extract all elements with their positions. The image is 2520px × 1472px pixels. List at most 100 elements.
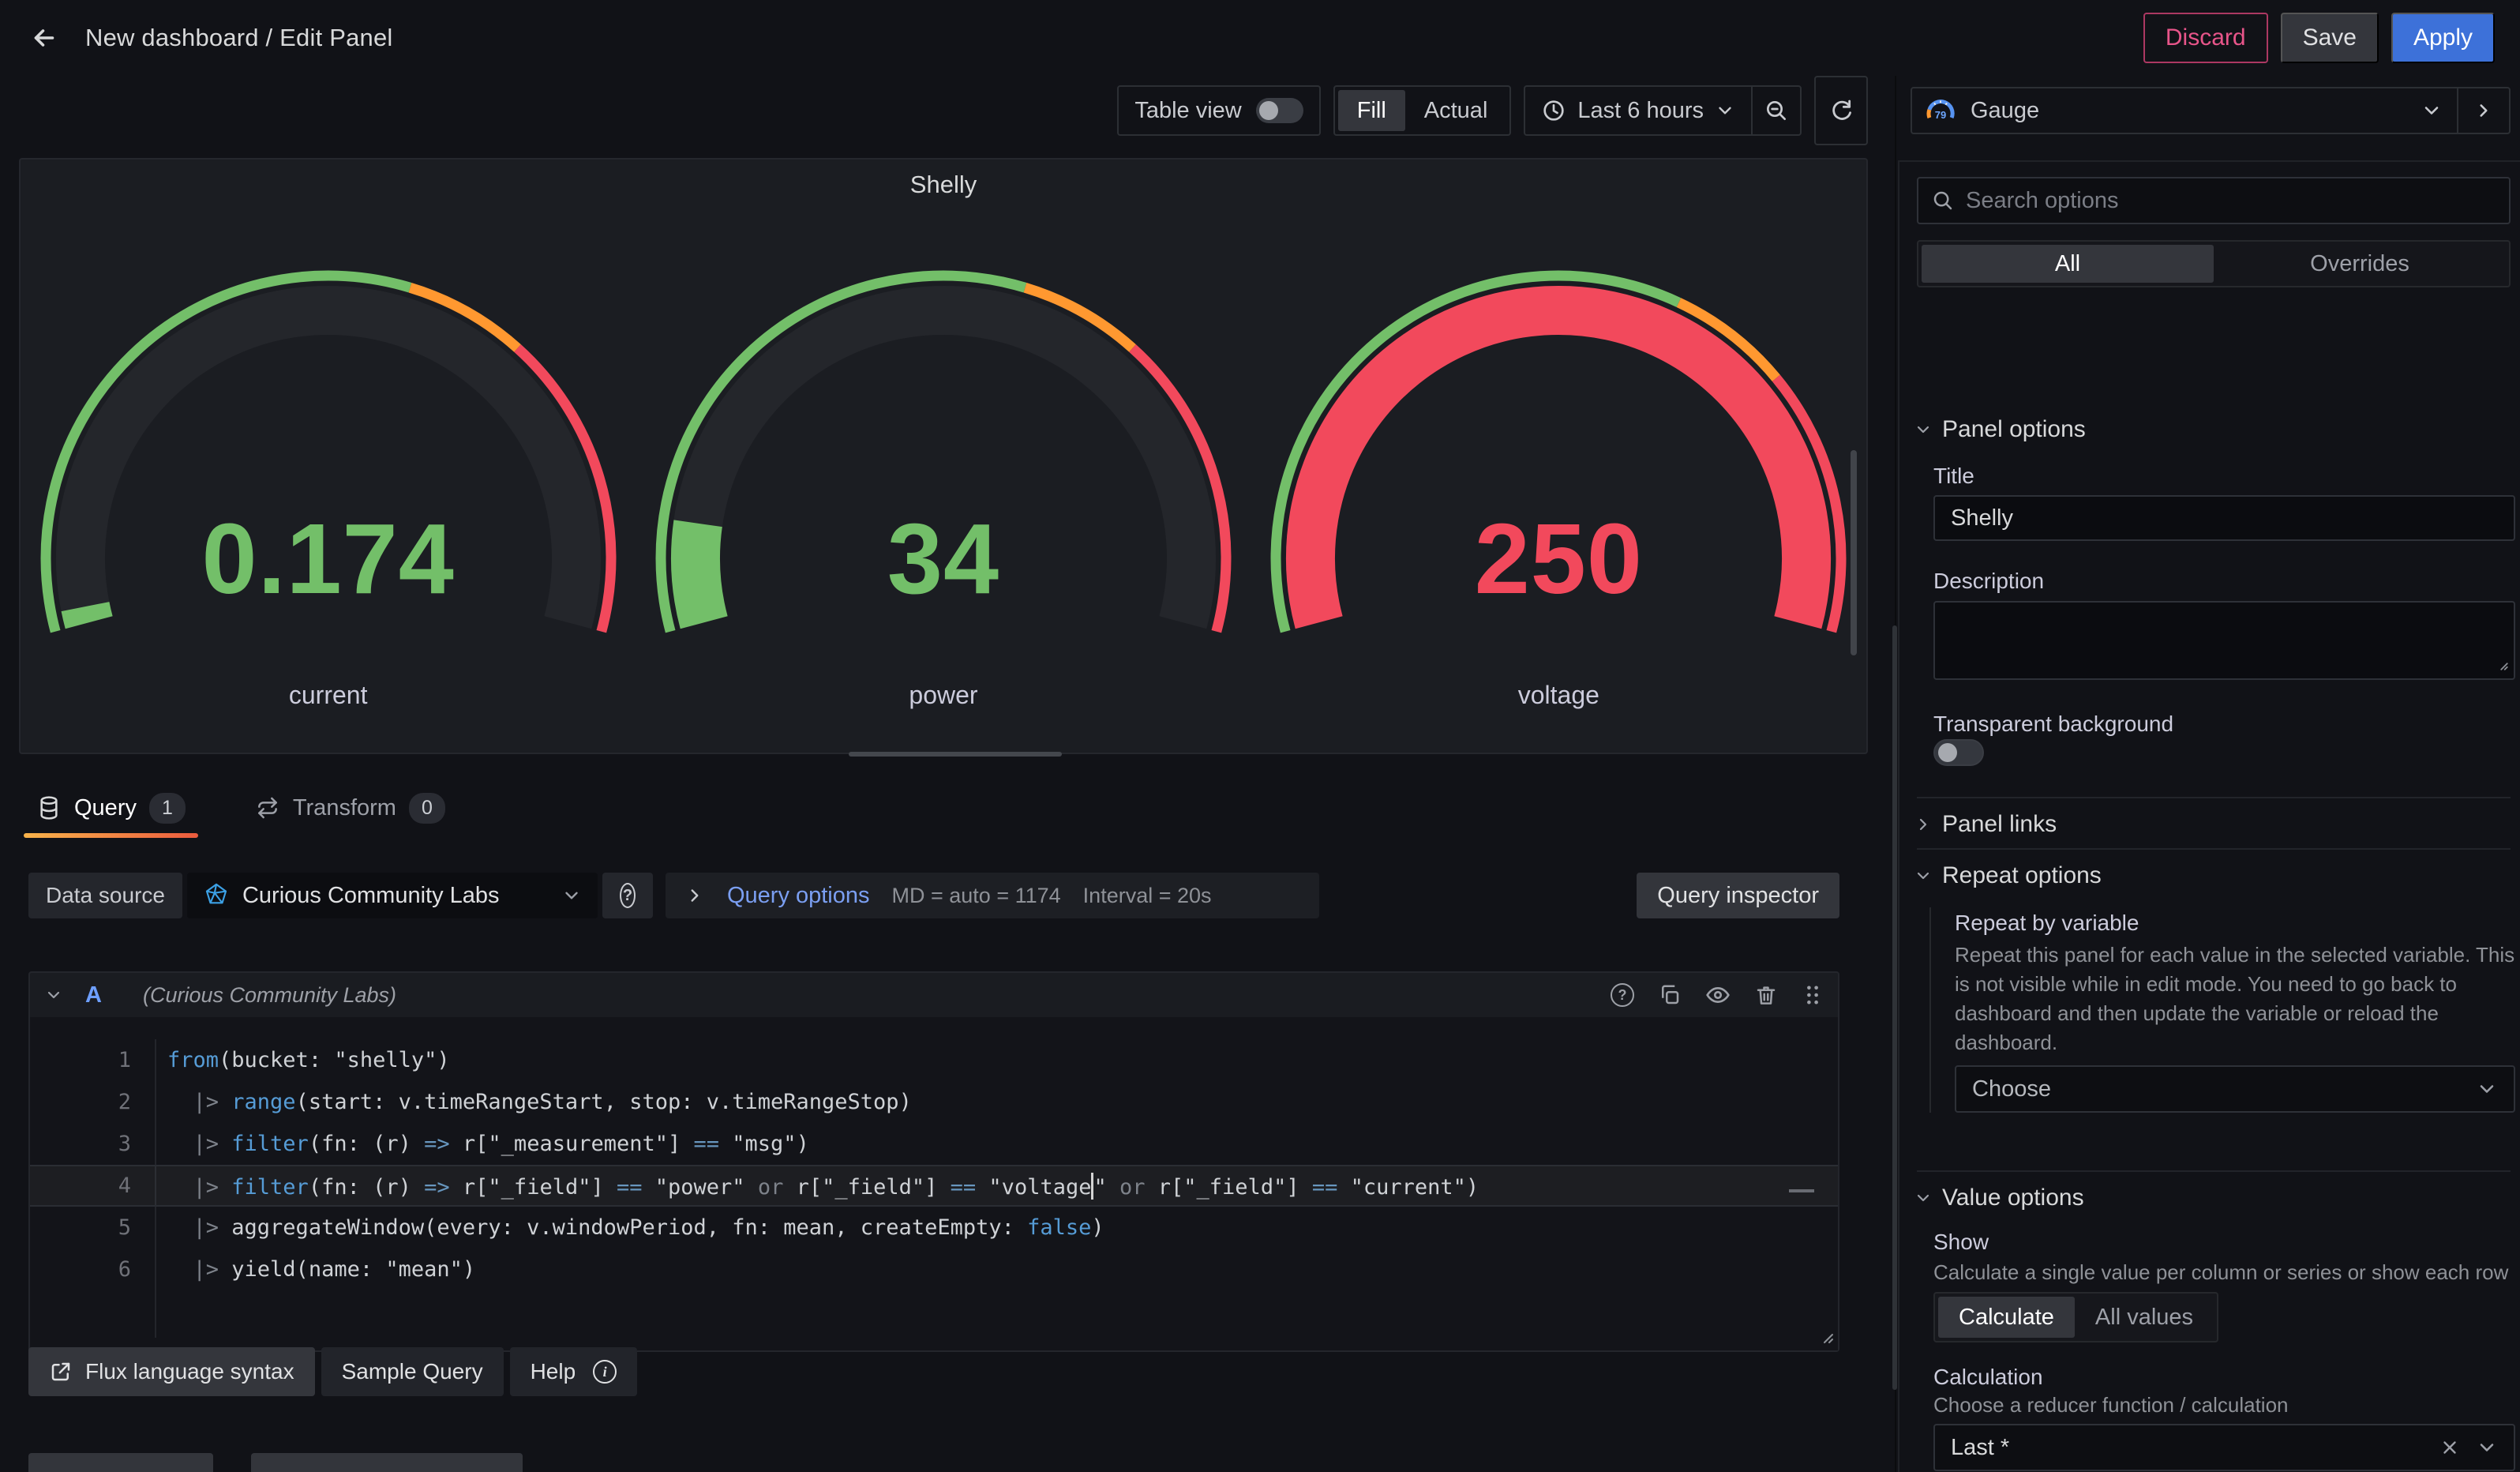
collapse-options-button[interactable]	[2458, 88, 2509, 133]
tab-query-label: Query	[74, 795, 137, 821]
influxdb-icon	[203, 882, 230, 909]
back-button[interactable]	[19, 13, 69, 63]
interval: Interval = 20s	[1083, 884, 1212, 908]
main-scrollbar[interactable]	[1851, 450, 1857, 655]
datasource-help-button[interactable]: ?	[602, 873, 653, 918]
description-textarea[interactable]	[1933, 601, 2515, 680]
gauge-current: 0.174 current	[21, 160, 636, 753]
calculation-value: Last *	[1951, 1435, 2009, 1461]
save-button[interactable]: Save	[2281, 13, 2379, 63]
overview-ruler-mark	[1789, 1189, 1814, 1192]
tab-transform[interactable]: Transform 0	[242, 778, 458, 838]
flux-syntax-button[interactable]: Flux language syntax	[28, 1347, 315, 1396]
zoom-out-button[interactable]	[1753, 87, 1800, 134]
options-sidebar: 79 Gauge	[1895, 76, 2520, 1472]
value-options-title: Value options	[1942, 1185, 2084, 1211]
all-values-option[interactable]: All values	[2075, 1297, 2214, 1338]
gauge-panel[interactable]: 0.174 current 34 power 250 voltage Shell…	[19, 158, 1868, 754]
search-input[interactable]	[1966, 188, 2496, 214]
discard-button[interactable]: Discard	[2143, 13, 2268, 63]
panel-title-input[interactable]	[1933, 495, 2515, 541]
query-editor-header[interactable]: A (Curious Community Labs) ?	[30, 973, 1838, 1017]
chevron-down-icon	[561, 885, 582, 906]
breadcrumb: New dashboard / Edit Panel	[85, 24, 393, 52]
visualization-name: Gauge	[1971, 98, 2039, 124]
query-count-badge: 1	[149, 793, 186, 824]
datasource-label: Data source	[28, 873, 182, 918]
search-icon	[1931, 189, 1955, 212]
repeat-select-value: Choose	[1972, 1076, 2051, 1102]
flux-code-editor[interactable]: 1from(bucket: "shelly")2 |> range(start:…	[30, 1017, 1838, 1350]
show-label: Show	[1933, 1230, 1989, 1255]
query-datasource-hint: (Curious Community Labs)	[143, 983, 396, 1008]
refresh-icon	[1828, 98, 1854, 123]
add-expression-button[interactable]	[251, 1453, 523, 1472]
add-query-button[interactable]	[28, 1453, 213, 1472]
grafana-edit-panel: New dashboard / Edit Panel Discard Save …	[0, 0, 2520, 1472]
refresh-button[interactable]	[1814, 76, 1868, 145]
panel-options-header[interactable]: Panel options	[1914, 416, 2086, 443]
drag-handle[interactable]	[1802, 983, 1824, 1007]
show-mode-switch: Calculate All values	[1933, 1292, 2218, 1342]
editor-resize-grip[interactable]	[1816, 1326, 1835, 1349]
query-editor-card: A (Curious Community Labs) ? 1from(bucke…	[28, 971, 1839, 1352]
sidebar-scrollbar[interactable]	[1892, 625, 1897, 1390]
gauge-arc	[1251, 207, 1866, 756]
duplicate-query-button[interactable]	[1658, 983, 1682, 1007]
gauge-arc	[636, 207, 1251, 756]
table-view-toggle[interactable]	[1256, 98, 1303, 123]
tab-query[interactable]: Query 1	[24, 778, 198, 838]
grip-dots-icon	[1802, 983, 1824, 1007]
query-inspector-button[interactable]: Query inspector	[1637, 873, 1839, 918]
title-label: Title	[1933, 464, 1974, 489]
hide-query-button[interactable]	[1705, 982, 1731, 1008]
tab-overrides[interactable]: Overrides	[2214, 245, 2506, 283]
actual-option[interactable]: Actual	[1405, 90, 1507, 131]
chevron-right-icon	[684, 885, 705, 906]
gauge-power: 34 power	[636, 160, 1251, 753]
active-tab-underline	[24, 833, 198, 838]
gauge-label: current	[21, 681, 636, 710]
transparent-background-toggle[interactable]	[1933, 739, 1984, 766]
gauge-arc	[21, 207, 636, 756]
datasource-picker[interactable]: Curious Community Labs	[187, 873, 598, 918]
description-label: Description	[1933, 569, 2044, 594]
query-tabs: Query 1 Transform 0	[24, 778, 458, 838]
chevron-down-icon	[2476, 1436, 2498, 1459]
repeat-variable-select[interactable]: Choose	[1955, 1065, 2515, 1113]
svg-text:79: 79	[1935, 109, 1946, 121]
repeat-options-header[interactable]: Repeat options	[1914, 862, 2102, 889]
calculation-select[interactable]: Last *	[1933, 1424, 2515, 1471]
table-view-label: Table view	[1134, 98, 1241, 124]
tab-all[interactable]: All	[1922, 245, 2214, 283]
delete-query-button[interactable]	[1754, 983, 1778, 1007]
calculate-option[interactable]: Calculate	[1938, 1297, 2075, 1338]
help-button[interactable]: Help i	[510, 1347, 638, 1396]
visualization-picker[interactable]: 79 Gauge	[1911, 87, 2511, 134]
repeat-description: Repeat this panel for each value in the …	[1955, 941, 2517, 1057]
chevron-down-icon	[2421, 100, 2457, 122]
flux-syntax-label: Flux language syntax	[85, 1359, 294, 1384]
tab-transform-label: Transform	[293, 795, 396, 821]
datasource-name: Curious Community Labs	[242, 883, 500, 909]
collapse-chevron-icon[interactable]	[44, 986, 63, 1004]
textarea-resize-grip[interactable]	[2495, 657, 2509, 675]
time-range-picker[interactable]: Last 6 hours	[1525, 87, 1751, 134]
panel-resize-handle[interactable]	[849, 752, 1062, 757]
editor-actions-row: Flux language syntax Sample Query Help i	[28, 1347, 1839, 1396]
apply-button[interactable]: Apply	[2391, 13, 2495, 63]
query-options-bar[interactable]: Query options MD = auto = 1174 Interval …	[666, 873, 1319, 918]
fill-option[interactable]: Fill	[1338, 90, 1405, 131]
panel-links-header[interactable]: Panel links	[1914, 811, 2057, 838]
chevron-down-icon	[1715, 100, 1735, 121]
clear-icon[interactable]	[2439, 1437, 2460, 1458]
gauge-row: 0.174 current 34 power 250 voltage	[21, 160, 1866, 753]
sample-query-button[interactable]: Sample Query	[321, 1347, 504, 1396]
value-options-header[interactable]: Value options	[1914, 1185, 2084, 1211]
options-search[interactable]	[1917, 177, 2511, 224]
panel-toolbar: Table view Fill Actual Last 6 hours	[1117, 76, 1868, 145]
options-filter-tabs: All Overrides	[1917, 240, 2511, 287]
query-ref-id: A	[85, 982, 102, 1008]
fill-actual-switch: Fill Actual	[1333, 85, 1512, 136]
query-help-button[interactable]: ?	[1611, 983, 1634, 1007]
